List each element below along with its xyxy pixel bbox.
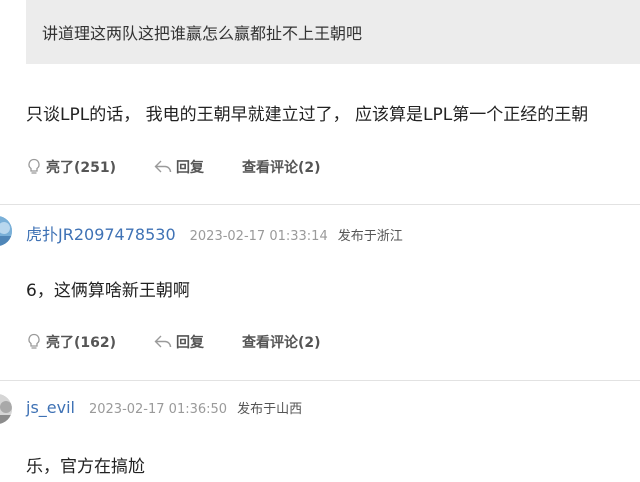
like-count-label: 亮了(162) bbox=[46, 335, 117, 351]
comment-location: 发布于山西 bbox=[237, 402, 303, 417]
like-count-label: 亮了(251) bbox=[46, 160, 117, 176]
view-comments-link[interactable]: 查看评论(2) bbox=[242, 332, 321, 352]
reply-arrow-icon bbox=[154, 335, 172, 348]
like-button[interactable]: 亮了(162) bbox=[26, 332, 116, 352]
username-link[interactable]: js_evil bbox=[26, 398, 75, 417]
username-link[interactable]: 虎扑JR2097478530 bbox=[26, 221, 176, 245]
comment-content: 只谈LPL的话， 我电的王朝早就建立过了， 应该算是LPL第一个正经的王朝 bbox=[26, 105, 589, 125]
comment-timestamp: 2023-02-17 01:36:50 bbox=[88, 402, 228, 417]
view-comments-label: 查看评论(2) bbox=[242, 335, 321, 351]
comment-thread: 讲道理这两队这把谁赢怎么赢都扯不上王朝吧 只谈LPL的话， 我电的王朝早就建立过… bbox=[0, 0, 640, 482]
view-comments-label: 查看评论(2) bbox=[242, 160, 321, 176]
comment-content: 6，这俩算啥新王朝啊 bbox=[26, 281, 190, 301]
reply-button[interactable]: 回复 bbox=[154, 157, 204, 177]
comment-content: 乐，官方在搞尬 bbox=[26, 457, 145, 477]
reply-label: 回复 bbox=[176, 160, 205, 176]
reply-label: 回复 bbox=[176, 335, 205, 351]
avatar[interactable] bbox=[0, 394, 12, 424]
comment-meta: js_evil 2023-02-17 01:36:50 发布于山西 bbox=[26, 398, 302, 417]
like-button[interactable]: 亮了(251) bbox=[26, 157, 116, 177]
view-comments-link[interactable]: 查看评论(2) bbox=[242, 157, 321, 177]
comment-meta: 虎扑JR2097478530 2023-02-17 01:33:14 发布于浙江 bbox=[26, 221, 403, 245]
avatar-image bbox=[0, 216, 12, 246]
comment-location: 发布于浙江 bbox=[337, 229, 403, 244]
lightbulb-icon bbox=[28, 158, 40, 174]
avatar-image bbox=[0, 394, 12, 424]
comment-divider bbox=[0, 380, 640, 381]
comment-divider bbox=[0, 204, 640, 205]
reply-button[interactable]: 回复 bbox=[154, 332, 204, 352]
reply-arrow-icon bbox=[154, 160, 172, 173]
avatar[interactable] bbox=[0, 216, 12, 246]
comment-timestamp: 2023-02-17 01:33:14 bbox=[189, 229, 328, 244]
quoted-comment-text: 讲道理这两队这把谁赢怎么赢都扯不上王朝吧 bbox=[42, 24, 363, 43]
lightbulb-icon bbox=[28, 333, 40, 349]
comment-actions: 亮了(162) 回复 查看评论(2) bbox=[26, 331, 321, 353]
comment-actions: 亮了(251) 回复 查看评论(2) bbox=[26, 156, 321, 178]
